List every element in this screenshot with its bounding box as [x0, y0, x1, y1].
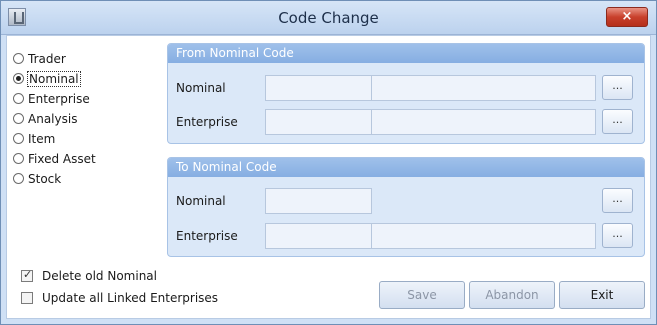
update-linked-enterprises-checkbox[interactable] — [21, 292, 33, 304]
radio-label: Item — [28, 132, 56, 146]
title-bar: Code Change × — [1, 1, 656, 35]
to-nominal-code-group: To Nominal Code Nominal ... Enterprise .… — [167, 157, 645, 257]
radio-button[interactable] — [13, 153, 24, 164]
radio-label: Analysis — [28, 112, 78, 126]
checkbox-label: Update all Linked Enterprises — [42, 291, 219, 305]
to-enterprise-description-field[interactable] — [371, 223, 596, 249]
from-enterprise-code-field[interactable] — [265, 109, 372, 135]
abandon-button[interactable]: Abandon — [469, 281, 555, 309]
radio-button[interactable] — [13, 133, 24, 144]
radio-label: Stock — [28, 172, 62, 186]
enterprise-label: Enterprise — [176, 229, 238, 243]
enterprise-label: Enterprise — [176, 115, 238, 129]
code-change-dialog: Code Change × Trader Nominal Enterprise … — [0, 0, 657, 325]
exit-button[interactable]: Exit — [559, 281, 645, 309]
radio-button[interactable] — [13, 173, 24, 184]
radio-label: Nominal — [27, 71, 81, 87]
from-nominal-lookup-button[interactable]: ... — [602, 75, 633, 100]
group-title: From Nominal Code — [168, 44, 644, 63]
nominal-label: Nominal — [176, 194, 226, 208]
close-button[interactable]: × — [606, 7, 648, 27]
nominal-label: Nominal — [176, 81, 226, 95]
group-title: To Nominal Code — [168, 158, 644, 177]
radio-label: Fixed Asset — [28, 152, 96, 166]
from-nominal-code-field[interactable] — [265, 75, 372, 101]
to-enterprise-lookup-button[interactable]: ... — [602, 223, 633, 248]
checkbox-label: Delete old Nominal — [42, 269, 157, 283]
to-enterprise-code-field[interactable] — [265, 223, 372, 249]
to-nominal-lookup-button[interactable]: ... — [602, 188, 633, 213]
from-enterprise-lookup-button[interactable]: ... — [602, 109, 633, 134]
from-nominal-description-field[interactable] — [371, 75, 596, 101]
radio-button[interactable] — [13, 113, 24, 124]
from-nominal-code-group: From Nominal Code Nominal ... Enterprise… — [167, 43, 645, 144]
radio-label: Enterprise — [28, 92, 90, 106]
save-button[interactable]: Save — [379, 281, 465, 309]
radio-button[interactable] — [13, 53, 24, 64]
window-title: Code Change — [278, 9, 379, 27]
to-nominal-code-field[interactable] — [265, 188, 372, 214]
from-enterprise-description-field[interactable] — [371, 109, 596, 135]
radio-button[interactable] — [13, 73, 24, 84]
delete-old-nominal-checkbox[interactable] — [21, 268, 33, 282]
radio-button[interactable] — [13, 93, 24, 104]
dialog-body: Trader Nominal Enterprise Analysis Item … — [6, 35, 651, 319]
radio-label: Trader — [28, 52, 66, 66]
